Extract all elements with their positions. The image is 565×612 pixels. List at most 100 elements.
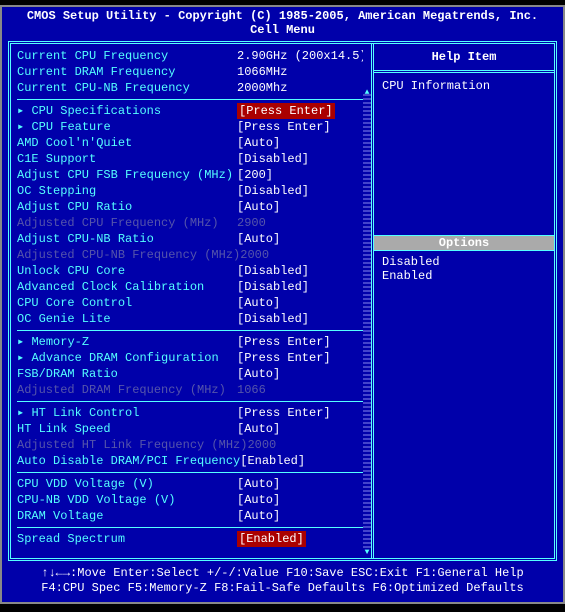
scrollbar-track[interactable] bbox=[363, 94, 371, 548]
setting-value[interactable]: [Auto] bbox=[237, 366, 280, 382]
setting-row[interactable]: Advanced Clock Calibration[Disabled] bbox=[17, 279, 365, 295]
setting-label: Current DRAM Frequency bbox=[17, 64, 237, 80]
setting-row[interactable]: CPU Core Control[Auto] bbox=[17, 295, 365, 311]
setting-row: Current CPU-NB Frequency2000Mhz bbox=[17, 80, 365, 96]
setting-label: CPU-NB VDD Voltage (V) bbox=[17, 492, 237, 508]
setting-value[interactable]: [Press Enter] bbox=[237, 103, 335, 119]
setting-label: Advanced Clock Calibration bbox=[17, 279, 237, 295]
setting-label: Spread Spectrum bbox=[17, 531, 237, 547]
help-pane: Help Item CPU Information Options Disabl… bbox=[374, 44, 554, 558]
setting-row[interactable]: CPU-NB VDD Voltage (V)[Auto] bbox=[17, 492, 365, 508]
setting-label: OC Genie Lite bbox=[17, 311, 237, 327]
setting-row[interactable]: Adjust CPU-NB Ratio[Auto] bbox=[17, 231, 365, 247]
setting-label: DRAM Voltage bbox=[17, 508, 237, 524]
setting-label: Memory-Z bbox=[17, 334, 237, 350]
setting-label: Adjust CPU-NB Ratio bbox=[17, 231, 237, 247]
divider bbox=[17, 527, 365, 528]
setting-value[interactable]: [Enabled] bbox=[237, 531, 306, 547]
setting-row[interactable]: Adjusted HT Link Frequency (MHz)2000 bbox=[17, 437, 365, 453]
help-text: CPU Information bbox=[374, 73, 554, 99]
setting-label: OC Stepping bbox=[17, 183, 237, 199]
setting-label: HT Link Speed bbox=[17, 421, 237, 437]
setting-value[interactable]: [Auto] bbox=[237, 295, 280, 311]
setting-row[interactable]: Adjusted CPU-NB Frequency (MHz)2000 bbox=[17, 247, 365, 263]
setting-value[interactable]: [Disabled] bbox=[237, 183, 309, 199]
scroll-down-icon[interactable]: ▼ bbox=[363, 548, 371, 556]
setting-label: CPU VDD Voltage (V) bbox=[17, 476, 237, 492]
setting-row: Current CPU Frequency2.90GHz (200x14.5) bbox=[17, 48, 365, 64]
setting-value[interactable]: [Auto] bbox=[237, 476, 280, 492]
setting-row[interactable]: Adjust CPU Ratio[Auto] bbox=[17, 199, 365, 215]
setting-row[interactable]: Unlock CPU Core[Disabled] bbox=[17, 263, 365, 279]
setting-value: 2.90GHz (200x14.5) bbox=[237, 48, 367, 64]
main-area: Current CPU Frequency2.90GHz (200x14.5)C… bbox=[8, 41, 557, 561]
setting-value[interactable]: [Auto] bbox=[237, 421, 280, 437]
setting-label: FSB/DRAM Ratio bbox=[17, 366, 237, 382]
setting-row[interactable]: Adjusted CPU Frequency (MHz)2900 bbox=[17, 215, 365, 231]
setting-value[interactable]: 1066 bbox=[237, 382, 266, 398]
setting-row[interactable]: HT Link Control[Press Enter] bbox=[17, 405, 365, 421]
setting-value[interactable]: [Auto] bbox=[237, 508, 280, 524]
setting-row[interactable]: AMD Cool'n'Quiet[Auto] bbox=[17, 135, 365, 151]
setting-label: C1E Support bbox=[17, 151, 237, 167]
setting-value[interactable]: [200] bbox=[237, 167, 273, 183]
setting-label: Adjusted DRAM Frequency (MHz) bbox=[17, 382, 237, 398]
setting-label: CPU Feature bbox=[17, 119, 237, 135]
setting-value[interactable]: 2000 bbox=[247, 437, 276, 453]
setting-value[interactable]: [Disabled] bbox=[237, 151, 309, 167]
setting-value[interactable]: [Press Enter] bbox=[237, 119, 331, 135]
setting-value[interactable]: [Press Enter] bbox=[237, 334, 331, 350]
setting-value[interactable]: 2900 bbox=[237, 215, 266, 231]
setting-row: Current DRAM Frequency1066MHz bbox=[17, 64, 365, 80]
setting-row[interactable]: Adjusted DRAM Frequency (MHz)1066 bbox=[17, 382, 365, 398]
setting-value[interactable]: [Disabled] bbox=[237, 311, 309, 327]
setting-label: Advance DRAM Configuration bbox=[17, 350, 237, 366]
setting-value[interactable]: [Auto] bbox=[237, 231, 280, 247]
title-bar: CMOS Setup Utility - Copyright (C) 1985-… bbox=[2, 7, 563, 39]
setting-row[interactable]: FSB/DRAM Ratio[Auto] bbox=[17, 366, 365, 382]
setting-label: Unlock CPU Core bbox=[17, 263, 237, 279]
setting-row[interactable]: CPU Feature[Press Enter] bbox=[17, 119, 365, 135]
setting-label: Adjust CPU FSB Frequency (MHz) bbox=[17, 167, 237, 183]
setting-row[interactable]: CPU VDD Voltage (V)[Auto] bbox=[17, 476, 365, 492]
setting-value[interactable]: [Auto] bbox=[237, 492, 280, 508]
footer-line2: F4:CPU Spec F5:Memory-Z F8:Fail-Safe Def… bbox=[2, 581, 563, 596]
setting-row[interactable]: DRAM Voltage[Auto] bbox=[17, 508, 365, 524]
divider bbox=[17, 99, 365, 100]
footer-line1: ↑↓←→:Move Enter:Select +/-/:Value F10:Sa… bbox=[2, 566, 563, 581]
setting-value[interactable]: [Disabled] bbox=[237, 279, 309, 295]
bios-window: CMOS Setup Utility - Copyright (C) 1985-… bbox=[0, 5, 565, 604]
setting-label: Auto Disable DRAM/PCI Frequency bbox=[17, 453, 240, 469]
setting-row[interactable]: Memory-Z[Press Enter] bbox=[17, 334, 365, 350]
setting-label: Current CPU-NB Frequency bbox=[17, 80, 237, 96]
setting-row[interactable]: Adjust CPU FSB Frequency (MHz)[200] bbox=[17, 167, 365, 183]
setting-label: CPU Core Control bbox=[17, 295, 237, 311]
setting-value[interactable]: [Auto] bbox=[237, 135, 280, 151]
setting-label: Current CPU Frequency bbox=[17, 48, 237, 64]
title-line2: Cell Menu bbox=[2, 23, 563, 37]
setting-row[interactable]: CPU Specifications[Press Enter] bbox=[17, 103, 365, 119]
setting-row[interactable]: Spread Spectrum[Enabled] bbox=[17, 531, 365, 547]
setting-row[interactable]: C1E Support[Disabled] bbox=[17, 151, 365, 167]
options-header: Options bbox=[374, 235, 554, 251]
scrollbar[interactable]: ▲ ▼ bbox=[363, 44, 371, 558]
setting-label: CPU Specifications bbox=[17, 103, 237, 119]
setting-label: AMD Cool'n'Quiet bbox=[17, 135, 237, 151]
setting-value[interactable]: [Auto] bbox=[237, 199, 280, 215]
setting-value[interactable]: [Press Enter] bbox=[237, 350, 331, 366]
setting-value[interactable]: [Disabled] bbox=[237, 263, 309, 279]
setting-value[interactable]: 2000 bbox=[240, 247, 269, 263]
option-item[interactable]: Disabled bbox=[382, 255, 546, 269]
option-item[interactable]: Enabled bbox=[382, 269, 546, 283]
setting-label: Adjusted CPU-NB Frequency (MHz) bbox=[17, 247, 240, 263]
setting-row[interactable]: OC Stepping[Disabled] bbox=[17, 183, 365, 199]
setting-value[interactable]: [Enabled] bbox=[240, 453, 305, 469]
setting-row[interactable]: Auto Disable DRAM/PCI Frequency[Enabled] bbox=[17, 453, 365, 469]
setting-row[interactable]: OC Genie Lite[Disabled] bbox=[17, 311, 365, 327]
divider bbox=[17, 472, 365, 473]
setting-label: HT Link Control bbox=[17, 405, 237, 421]
setting-row[interactable]: HT Link Speed[Auto] bbox=[17, 421, 365, 437]
setting-row[interactable]: Advance DRAM Configuration[Press Enter] bbox=[17, 350, 365, 366]
setting-value[interactable]: [Press Enter] bbox=[237, 405, 331, 421]
footer-keys: ↑↓←→:Move Enter:Select +/-/:Value F10:Sa… bbox=[2, 563, 563, 602]
